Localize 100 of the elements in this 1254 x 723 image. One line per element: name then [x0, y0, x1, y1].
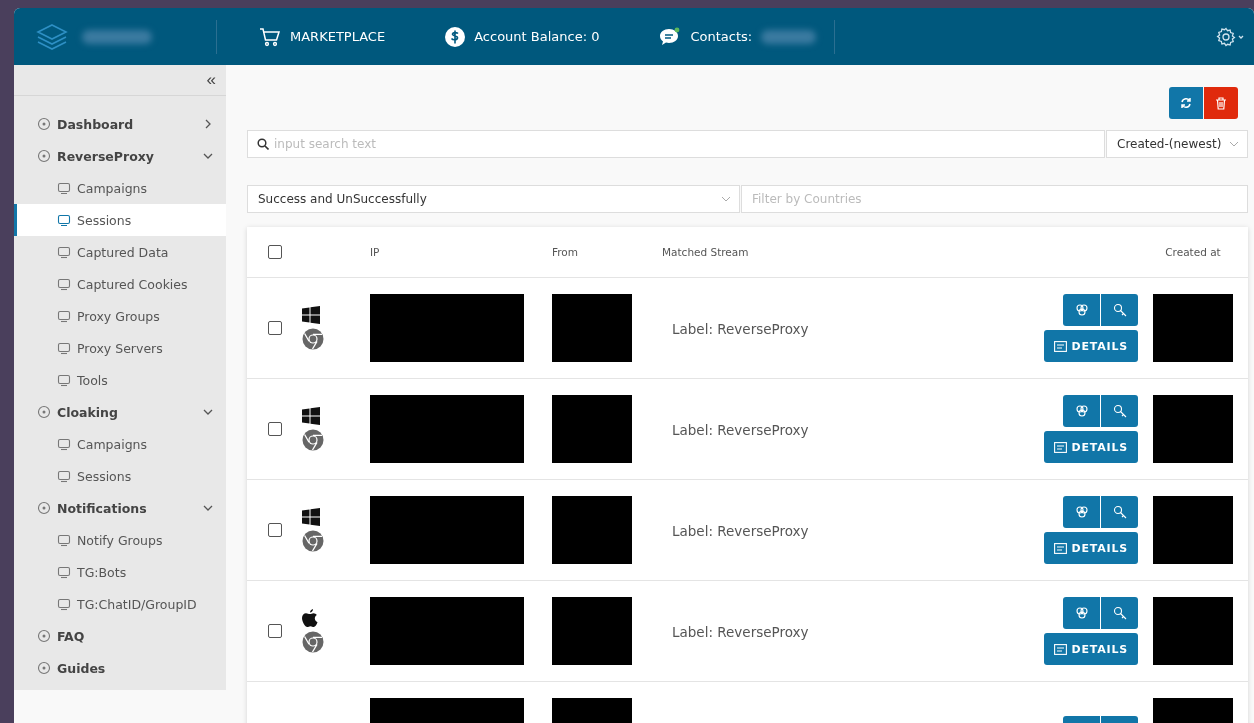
menu-icon: [37, 149, 51, 163]
settings-icon: [1216, 26, 1246, 47]
key-icon: [1112, 303, 1127, 317]
nav-link[interactable]: Account Balance: 0: [445, 26, 600, 47]
details-button[interactable]: DETAILS: [1043, 431, 1138, 463]
apple-icon: [302, 609, 318, 627]
row-checkbox[interactable]: [267, 624, 282, 638]
data-button[interactable]: [1063, 496, 1100, 528]
key-icon: [1112, 505, 1127, 519]
browser-icon: [302, 631, 324, 653]
sidebar-subitem[interactable]: Notify Groups: [14, 524, 226, 556]
key-button[interactable]: [1101, 395, 1138, 427]
cart-icon: [259, 26, 281, 47]
collapse-button[interactable]: «: [206, 70, 216, 90]
menu-icon: [57, 213, 71, 227]
sidebar-item[interactable]: Dashboard: [14, 108, 226, 140]
row-checkbox[interactable]: [267, 321, 282, 335]
stream-label: Label: ReverseProxy: [671, 623, 809, 640]
key-button[interactable]: [1101, 496, 1138, 528]
column-header: Matched Stream: [662, 246, 750, 258]
sidebar-item[interactable]: Cloaking: [14, 396, 226, 428]
dollar-icon: [445, 26, 466, 47]
windows-icon: [302, 306, 320, 324]
refresh-icon: [1180, 97, 1192, 109]
menu-icon: [57, 245, 71, 259]
menu-icon: [37, 405, 51, 419]
stream-label: Label: ReverseProxy: [671, 320, 809, 337]
data-button[interactable]: [1063, 294, 1100, 326]
list-icon: [1053, 340, 1067, 352]
chat-icon: [659, 26, 682, 47]
key-icon: [1112, 404, 1127, 418]
menu-icon: [57, 309, 71, 323]
menu-icon: [57, 437, 71, 451]
menu-icon: [57, 533, 71, 547]
sidebar-subitem[interactable]: Captured Data: [14, 236, 226, 268]
sidebar-subitem[interactable]: Sessions: [14, 204, 226, 236]
details-button[interactable]: DETAILS: [1043, 330, 1138, 362]
sidebar-subitem[interactable]: Tools: [14, 364, 226, 396]
refresh-button[interactable]: [1169, 87, 1203, 119]
column-header: IP: [369, 246, 381, 258]
sort-dropdown[interactable]: Created-(newest): [1106, 130, 1248, 158]
sidebar-item[interactable]: Guides: [14, 652, 226, 684]
data-button[interactable]: [1063, 597, 1100, 629]
select-all-checkbox[interactable]: [267, 245, 282, 259]
column-header: From: [551, 246, 579, 258]
list-icon: [1053, 643, 1067, 655]
list-icon: [1053, 441, 1067, 453]
column-header: Created at: [1164, 246, 1222, 258]
sidebar-subitem[interactable]: Sessions: [14, 460, 226, 492]
menu-icon: [37, 661, 51, 675]
delete-button[interactable]: [1204, 87, 1238, 119]
search-field[interactable]: input search text: [247, 130, 1105, 158]
country-filter-field[interactable]: Filter by Countries: [741, 185, 1248, 213]
sidebar-subitem[interactable]: Proxy Servers: [14, 332, 226, 364]
row-checkbox[interactable]: [267, 422, 282, 436]
key-icon: [1112, 606, 1127, 620]
settings-button[interactable]: [1216, 26, 1246, 47]
sidebar-subitem[interactable]: TG:ChatID/GroupID: [14, 588, 226, 620]
caret-icon: [1229, 141, 1239, 147]
browser-icon: [302, 429, 324, 451]
sidebar-subitem[interactable]: Proxy Groups: [14, 300, 226, 332]
sidebar-item[interactable]: Notifications: [14, 492, 226, 524]
details-button[interactable]: DETAILS: [1043, 633, 1138, 665]
search-icon: [257, 138, 269, 150]
menu-icon: [37, 501, 51, 515]
stream-label: Label: ReverseProxy: [671, 522, 809, 539]
key-button[interactable]: [1101, 597, 1138, 629]
menu-icon: [57, 597, 71, 611]
layers-logo-icon: [36, 22, 68, 51]
sidebar-item[interactable]: ReverseProxy: [14, 140, 226, 172]
sidebar-subitem[interactable]: Campaigns: [14, 172, 226, 204]
browser-icon: [302, 530, 324, 552]
sidebar-subitem[interactable]: Campaigns: [14, 428, 226, 460]
nav-link[interactable]: Contacts:: [659, 26, 817, 47]
menu-icon: [57, 181, 71, 195]
menu-icon: [37, 629, 51, 643]
nav-link[interactable]: MARKETPLACE: [259, 26, 386, 47]
sidebar-subitem[interactable]: TG:Bots: [14, 556, 226, 588]
menu-icon: [57, 373, 71, 387]
details-button[interactable]: DETAILS: [1043, 532, 1138, 564]
browser-icon: [302, 328, 324, 350]
windows-icon: [302, 407, 320, 425]
status-dropdown[interactable]: Success and UnSuccessfully: [247, 185, 740, 213]
windows-icon: [302, 508, 320, 526]
menu-icon: [57, 469, 71, 483]
sidebar-item[interactable]: FAQ: [14, 620, 226, 652]
trash-icon: [1215, 96, 1227, 110]
stream-label: Label: ReverseProxy: [671, 421, 809, 438]
blurred-contact: [761, 29, 817, 44]
data-button[interactable]: [1063, 395, 1100, 427]
blurred-brand-name: [82, 29, 152, 44]
row-checkbox[interactable]: [267, 523, 282, 537]
menu-icon: [57, 565, 71, 579]
sidebar-subitem[interactable]: Captured Cookies: [14, 268, 226, 300]
key-button[interactable]: [1101, 294, 1138, 326]
caret-icon: [721, 196, 731, 202]
menu-icon: [37, 117, 51, 131]
menu-icon: [57, 341, 71, 355]
menu-icon: [57, 277, 71, 291]
list-icon: [1053, 542, 1067, 554]
